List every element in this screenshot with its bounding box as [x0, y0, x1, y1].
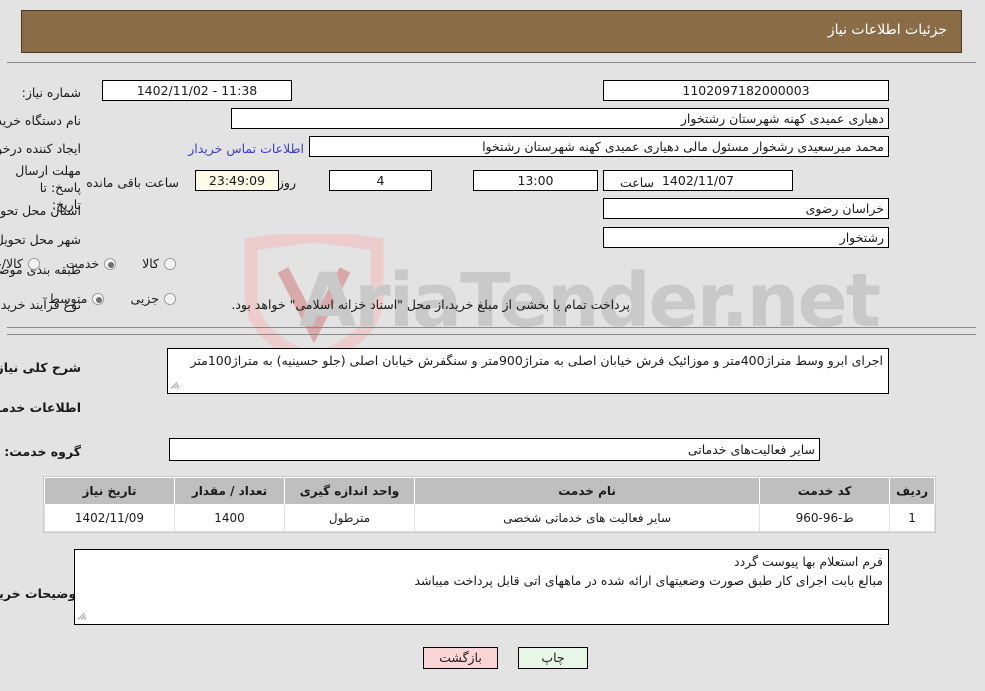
- services-table: ردیف کد خدمت نام خدمت واحد اندازه گیری تعداد…: [44, 476, 937, 533]
- table-column-header: تاریخ نیاز: [45, 477, 176, 505]
- table-column-header: ردیف: [890, 477, 936, 505]
- page-title: جزئیات اطلاعات نیاز: [828, 22, 948, 38]
- table-header-row: ردیف کد خدمت نام خدمت واحد اندازه گیری تعداد…: [45, 477, 936, 505]
- header-bar: جزئیات اطلاعات نیاز: [22, 10, 963, 53]
- table-column-header: واحد اندازه گیری: [285, 477, 416, 505]
- buyer-contact-link[interactable]: اطلاعات تماس خریدار: [189, 141, 305, 156]
- category-radio-icon[interactable]: [105, 257, 118, 270]
- countdown-label: ساعت باقی مانده: [87, 175, 180, 190]
- table-cell-unit: مترطول: [285, 504, 416, 532]
- category-option-label: کالا/خدمت: [0, 256, 24, 271]
- category-option-0[interactable]: کالا: [143, 256, 177, 271]
- province-label: استان محل تحویل:: [0, 203, 82, 218]
- days-remaining-value: 4: [330, 170, 433, 191]
- process-option-label: متوسط: [49, 291, 89, 306]
- payment-note: پرداخت تمام یا بخشی از مبلغ خرید،از محل …: [232, 297, 631, 312]
- need-number-value: 1102097182000003: [604, 80, 890, 101]
- hour-label: ساعت: [620, 175, 655, 190]
- buyer-notes-line-2: مبالع بابت اجرای کار طبق صورت وضعیتهای ا…: [415, 573, 884, 588]
- need-info-panel: [8, 62, 977, 328]
- category-option-1[interactable]: خدمت: [66, 256, 118, 271]
- table-cell-quantity: 1400: [175, 504, 286, 532]
- table-cell-row-no: 1: [890, 504, 936, 532]
- city-label: شهر محل تحویل:: [0, 232, 82, 247]
- process-radio-icon[interactable]: [165, 292, 177, 305]
- city-value: رشتخوار: [604, 227, 890, 248]
- table-column-header: نام خدمت: [414, 477, 762, 505]
- category-option-2[interactable]: کالا/خدمت: [0, 256, 41, 271]
- process-option-1[interactable]: متوسط: [49, 291, 106, 306]
- table-cell-need-date: 1402/11/09: [45, 504, 176, 532]
- category-option-label: خدمت: [66, 256, 101, 271]
- category-radio-icon[interactable]: [165, 257, 177, 270]
- category-radio-icon[interactable]: [28, 257, 41, 270]
- buyer-org-value: دهیاری عمیدی کهنه شهرستان رشتخوار: [232, 108, 890, 129]
- table-cell-service-code: ط-96-960: [760, 504, 892, 532]
- process-radio-icon[interactable]: [93, 292, 106, 305]
- summary-label: شرح کلی نیاز:: [0, 360, 82, 375]
- table-row: 1 ط-96-960 سایر فعالیت های خدماتی شخصی مترط…: [45, 504, 936, 532]
- creator-value: محمد میرسعیدی رشخوار مسئول مالی دهیاری ع…: [310, 136, 890, 157]
- category-radio-group[interactable]: کالا خدمت کالا/خدمت: [0, 256, 177, 271]
- service-group-value: سایر فعالیت‌های خدماتی: [170, 438, 821, 461]
- table-cell-service-name: سایر فعالیت های خدماتی شخصی: [414, 504, 762, 532]
- buyer-notes-line-1: فرم استعلام بها پیوست گردد: [735, 554, 884, 569]
- province-value: خراسان رضوی: [604, 198, 890, 219]
- service-group-label: گروه خدمت:: [5, 444, 82, 459]
- announce-date-value: 11:38 - 1402/11/02: [103, 80, 293, 101]
- need-number-label: شماره نیاز:: [22, 85, 82, 100]
- table-column-header: تعداد / مقدار: [175, 477, 286, 505]
- buyer-org-label: نام دستگاه خریدار:: [0, 113, 82, 128]
- resize-grip-icon[interactable]: [171, 380, 183, 392]
- process-option-0[interactable]: جزیی: [131, 291, 177, 306]
- creator-label: ایجاد کننده درخواست:: [0, 141, 82, 156]
- category-option-label: کالا: [143, 256, 160, 271]
- summary-text: اجرای ابرو وسط متراژ400متر و موزائیک فرش…: [191, 353, 884, 368]
- deadline-time-value: 13:00: [474, 170, 599, 191]
- table-column-header: کد خدمت: [760, 477, 892, 505]
- back-button[interactable]: بازگشت: [424, 647, 499, 669]
- process-radio-group[interactable]: جزیی متوسط: [23, 291, 177, 306]
- summary-value: اجرای ابرو وسط متراژ400متر و موزائیک فرش…: [168, 348, 890, 394]
- countdown-value: 23:49:09: [196, 170, 280, 191]
- services-section-label: اطلاعات خدمات مورد نیاز: [0, 400, 82, 415]
- buyer-notes-label: توضیحات خریدار:: [0, 586, 82, 601]
- buyer-notes-value: فرم استعلام بها پیوست گردد مبالع بابت اج…: [75, 549, 890, 625]
- resize-grip-icon[interactable]: [78, 611, 90, 623]
- print-button[interactable]: چاپ: [519, 647, 589, 669]
- page-root: AriaTender.net جزئیات اطلاعات نیاز شماره…: [0, 0, 985, 691]
- process-option-label: جزیی: [131, 291, 160, 306]
